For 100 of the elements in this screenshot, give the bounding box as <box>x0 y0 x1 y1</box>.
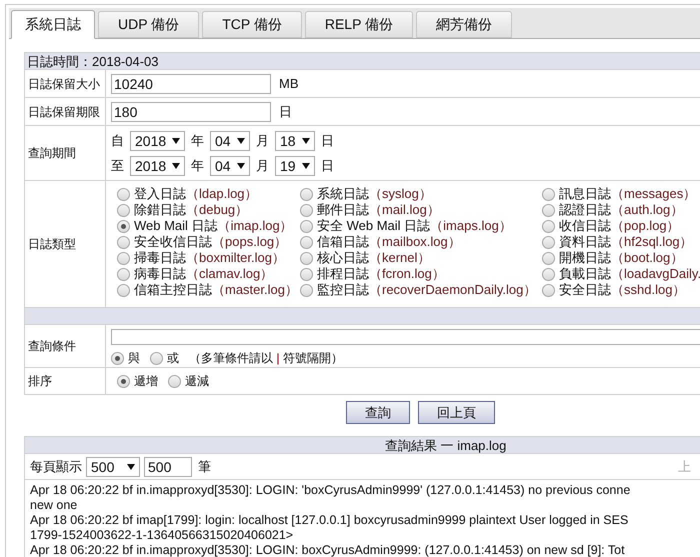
dropdown[interactable]: 04 <box>210 130 250 150</box>
section-header: 日誌時間：2018-04-03 <box>25 53 700 70</box>
radio-label: 收信日誌（pop.log） <box>559 217 680 235</box>
radio-label: 遞增 <box>134 373 158 390</box>
unit-label: 筆 <box>198 458 211 476</box>
radio-label: 或 <box>167 350 179 367</box>
radio-button[interactable] <box>300 284 313 296</box>
log-line: 1799-1524003622-1-13640566315020406021> <box>30 528 294 543</box>
radio-label: 遞減 <box>185 373 209 390</box>
input-field[interactable]: 10240 <box>111 74 271 94</box>
tab[interactable]: UDP 備份 <box>98 11 200 38</box>
radio-button[interactable] <box>542 236 555 248</box>
radio-label: Web Mail 日誌（imap.log） <box>134 217 293 235</box>
radio-label: 認證日誌（auth.log） <box>559 201 684 219</box>
dropdown[interactable]: 2018 <box>130 156 185 176</box>
dropdown[interactable]: 500 <box>86 456 140 476</box>
log-line: new one <box>30 498 78 513</box>
radio-label: 核心日誌（kernel） <box>317 249 430 267</box>
unit-label: 月 <box>256 132 269 150</box>
radio-button[interactable] <box>542 252 555 264</box>
radio-button[interactable] <box>150 352 163 364</box>
radio-button[interactable] <box>542 204 555 216</box>
unit-label: 月 <box>256 156 269 175</box>
field-label: 排序 <box>28 373 52 390</box>
unit-label: MB <box>279 74 298 93</box>
radio-label: 除錯日誌（debug） <box>134 201 248 219</box>
tab[interactable]: 網芳備份 <box>416 11 512 38</box>
tab[interactable]: 系統日誌 <box>11 10 95 39</box>
radio-button[interactable] <box>117 188 130 200</box>
section-header: 查詢結果 一 imap.log <box>25 437 700 454</box>
radio-label: 排程日誌（fcron.log） <box>317 265 445 283</box>
radio-button[interactable] <box>300 220 313 232</box>
caret-icon <box>237 138 245 144</box>
radio-button[interactable] <box>117 252 130 264</box>
input-field[interactable] <box>111 329 700 345</box>
radio-button[interactable] <box>117 220 130 232</box>
input-field[interactable]: 180 <box>111 102 271 122</box>
caret-icon <box>127 464 135 470</box>
radio-label: 開機日誌（boot.log） <box>559 249 684 267</box>
radio-label: 監控日誌（recoverDaemonDaily.log） <box>317 281 536 300</box>
log-line: Apr 18 06:20:22 bf in.imapproxyd[3530]: LOGIN: 'boxCyrusAdmin9999' (127.0.0.1:41453) no previous conne <box>30 483 632 498</box>
radio-label: 登入日誌（ldap.log） <box>134 185 258 203</box>
radio-label: 安全收信日誌（pops.log） <box>134 233 288 251</box>
radio-button[interactable] <box>117 236 130 248</box>
date-prefix: 至 <box>111 156 124 175</box>
radio-button[interactable] <box>117 204 130 216</box>
action-button[interactable]: 查詢 <box>346 401 410 424</box>
dropdown[interactable]: 19 <box>275 156 315 176</box>
radio-button[interactable] <box>300 188 313 200</box>
field-label: 查詢期間 <box>28 145 76 162</box>
caret-icon <box>172 138 180 144</box>
hint-text: （多筆條件請以 | 符號隔開） <box>189 350 343 367</box>
radio-label: 資料日誌（hf2sql.log） <box>559 233 693 251</box>
radio-label: 訊息日誌（messages） <box>559 185 696 203</box>
radio-button[interactable] <box>542 220 555 232</box>
tab[interactable]: RELP 備份 <box>304 11 414 38</box>
radio-label: 郵件日誌（mail.log） <box>317 201 440 219</box>
log-line: Apr 18 06:20:22 bf in.imapproxyd[3530]: LOGIN: boxCyrusAdmin9999: (127.0.0.1:41453) on new sd [9]: Tot <box>30 543 626 557</box>
per-page-label: 每頁顯示 <box>30 458 82 476</box>
input-field[interactable]: 500 <box>144 456 192 476</box>
radio-button[interactable] <box>542 284 555 296</box>
field-label: 日誌保留大小 <box>28 76 100 92</box>
unit-label: 年 <box>191 156 204 175</box>
field-label: 日誌保留期限 <box>28 104 100 120</box>
radio-label: 病毒日誌（clamav.log） <box>134 265 274 283</box>
caret-icon <box>302 138 310 144</box>
field-label: 日誌類型 <box>28 236 76 253</box>
radio-button[interactable] <box>300 236 313 248</box>
radio-button[interactable] <box>300 268 313 280</box>
radio-label: 安全日誌（sshd.log） <box>559 281 686 300</box>
radio-button[interactable] <box>542 268 555 280</box>
radio-button[interactable] <box>111 352 124 364</box>
field-label: 查詢條件 <box>28 338 76 355</box>
radio-label: 安全 Web Mail 日誌（imaps.log） <box>317 217 512 235</box>
dropdown[interactable]: 04 <box>210 156 250 176</box>
date-prefix: 自 <box>111 132 124 150</box>
radio-button[interactable] <box>117 268 130 280</box>
radio-button[interactable] <box>300 252 313 264</box>
radio-label: 信箱日誌（mailbox.log） <box>317 233 461 251</box>
unit-label: 日 <box>279 102 292 121</box>
radio-button[interactable] <box>117 374 130 388</box>
caret-icon <box>302 162 310 168</box>
tab[interactable]: TCP 備份 <box>202 11 302 38</box>
unit-label: 年 <box>191 132 204 150</box>
radio-label: 與 <box>128 350 140 367</box>
action-button[interactable]: 回上頁 <box>418 401 495 424</box>
unit-label: 日 <box>321 132 334 150</box>
caret-icon <box>237 162 245 168</box>
radio-button[interactable] <box>117 284 130 296</box>
radio-label: 系統日誌（syslog） <box>317 185 432 203</box>
log-line: Apr 18 06:20:22 bf imap[1799]: login: localhost [127.0.0.1] boxcyrusadmin9999 plaintext User logged in SES <box>30 513 630 528</box>
radio-button[interactable] <box>542 188 555 200</box>
radio-label: 信箱主控日誌（master.log） <box>134 281 298 300</box>
radio-button[interactable] <box>168 374 181 388</box>
caret-icon <box>172 162 180 168</box>
unit-label: 日 <box>321 156 334 175</box>
radio-label: 掃毒日誌（boxmilter.log） <box>134 249 285 267</box>
radio-button[interactable] <box>300 204 313 216</box>
dropdown[interactable]: 2018 <box>130 130 185 150</box>
dropdown[interactable]: 18 <box>275 130 315 150</box>
